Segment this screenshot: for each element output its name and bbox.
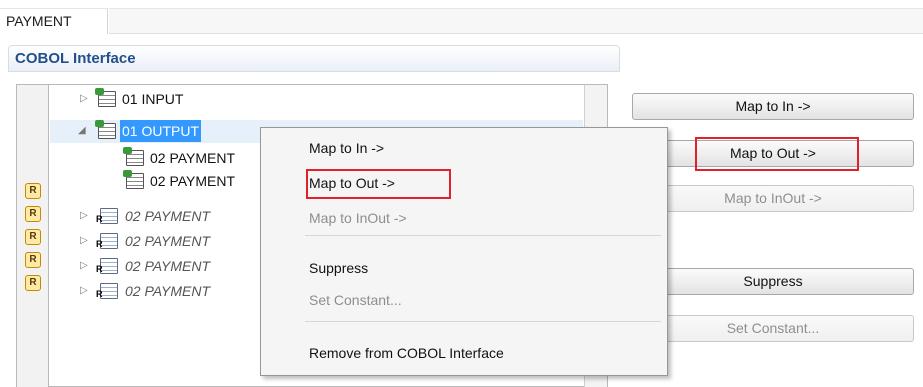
section-title: COBOL Interface bbox=[15, 50, 136, 67]
structure-icon bbox=[123, 147, 144, 166]
menu-item-map-to-in[interactable]: Map to In -> bbox=[309, 136, 384, 160]
tree-row-payment[interactable]: ▷ 02 PAYMENT bbox=[50, 230, 260, 252]
mapped-icon: R bbox=[25, 275, 41, 291]
cobol-interface-section-header[interactable]: COBOL Interface bbox=[8, 45, 620, 72]
menu-item-map-to-inout[interactable]: Map to InOut -> bbox=[309, 206, 407, 230]
mapped-icon: R bbox=[25, 252, 41, 268]
tree-row-payment[interactable]: 02 PAYMENT bbox=[50, 170, 260, 192]
expand-arrow-icon[interactable]: ▷ bbox=[80, 88, 88, 110]
tree-item-label: 02 PAYMENT bbox=[125, 283, 211, 299]
menu-separator bbox=[305, 235, 661, 236]
mapped-icon: R bbox=[25, 183, 41, 199]
expand-arrow-icon[interactable]: ▷ bbox=[80, 280, 88, 302]
menu-item-map-to-out[interactable]: Map to Out -> bbox=[309, 171, 395, 195]
menu-item-remove-from-cobol-interface[interactable]: Remove from COBOL Interface bbox=[309, 341, 504, 365]
mapped-icon: R bbox=[25, 206, 41, 222]
tree-row-payment[interactable]: ▷ 02 PAYMENT bbox=[50, 205, 260, 227]
tree-item-label: 02 PAYMENT bbox=[150, 150, 236, 166]
map-to-inout-button[interactable]: Map to InOut -> bbox=[632, 185, 914, 212]
tree-item-label: 02 PAYMENT bbox=[125, 233, 211, 249]
tree-item-label: 01 OUTPUT bbox=[120, 120, 202, 142]
tree-item-label: 02 PAYMENT bbox=[150, 173, 236, 189]
suppress-button[interactable]: Suppress bbox=[632, 268, 914, 295]
menu-item-suppress[interactable]: Suppress bbox=[309, 256, 368, 280]
set-constant-button[interactable]: Set Constant... bbox=[632, 315, 914, 342]
context-menu: Map to In -> Map to Out -> Map to InOut … bbox=[260, 127, 668, 376]
field-redefine-icon bbox=[96, 208, 118, 224]
collapse-arrow-icon[interactable]: ◢ bbox=[78, 120, 86, 142]
tree-row-payment[interactable]: ▷ 02 PAYMENT bbox=[50, 255, 260, 277]
menu-item-set-constant[interactable]: Set Constant... bbox=[309, 288, 402, 312]
editor-tab-strip: PAYMENT bbox=[0, 0, 923, 34]
tree-row-payment[interactable]: ▷ 02 PAYMENT bbox=[50, 280, 260, 302]
menu-separator bbox=[305, 321, 661, 322]
tree-item-label: 01 INPUT bbox=[122, 91, 184, 107]
tree-row-input[interactable]: ▷ 01 INPUT bbox=[50, 88, 580, 110]
field-redefine-icon bbox=[96, 258, 118, 274]
structure-icon bbox=[95, 88, 116, 107]
expand-arrow-icon[interactable]: ▷ bbox=[80, 230, 88, 252]
map-to-in-button[interactable]: Map to In -> bbox=[632, 93, 914, 120]
field-redefine-icon bbox=[96, 283, 118, 299]
expand-arrow-icon[interactable]: ▷ bbox=[80, 205, 88, 227]
field-redefine-icon bbox=[96, 233, 118, 249]
structure-icon bbox=[95, 120, 116, 139]
tab-payment[interactable]: PAYMENT bbox=[0, 8, 108, 34]
tab-strip-filler bbox=[109, 8, 923, 34]
expand-arrow-icon[interactable]: ▷ bbox=[80, 255, 88, 277]
tree-item-label: 02 PAYMENT bbox=[125, 208, 211, 224]
mapped-icon: R bbox=[25, 229, 41, 245]
tree-item-label: 02 PAYMENT bbox=[125, 258, 211, 274]
structure-redefine-icon bbox=[123, 170, 144, 189]
map-to-out-button[interactable]: Map to Out -> bbox=[632, 140, 914, 167]
tree-row-payment[interactable]: 02 PAYMENT bbox=[50, 147, 260, 169]
